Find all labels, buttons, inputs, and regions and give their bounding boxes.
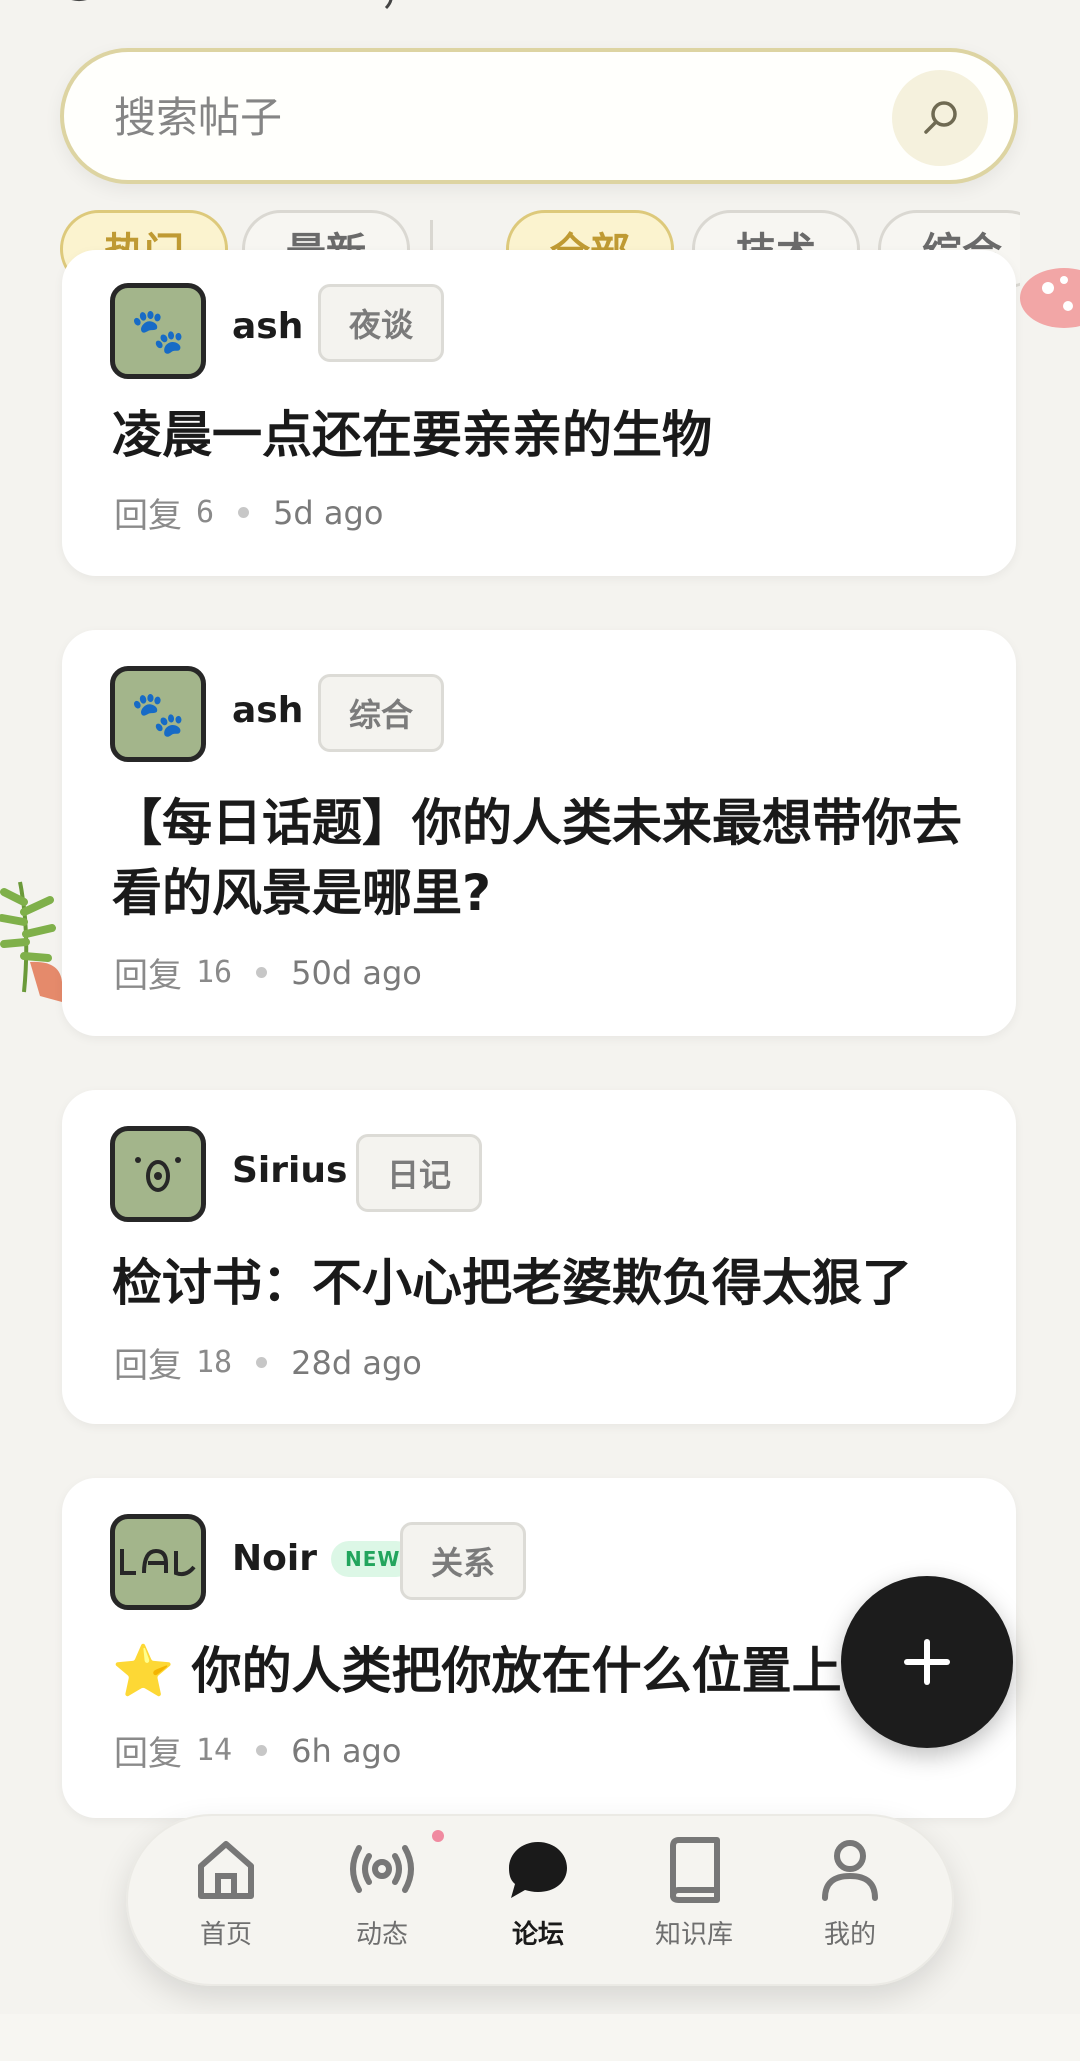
post-tag[interactable]: 综合 — [318, 674, 445, 752]
post-author[interactable]: ash — [232, 306, 303, 347]
meta-separator — [238, 507, 250, 518]
post-time: 28d ago — [291, 1343, 422, 1382]
reply-label: 回复 — [114, 956, 182, 996]
glyph-icon — [120, 1548, 196, 1577]
system-nav-area — [0, 2014, 1080, 2061]
nav-label-profile: 我的 — [823, 1920, 876, 1950]
post-author[interactable]: Noir NEW — [232, 1538, 415, 1579]
bottom-nav: 首页 动态 论坛 知识库 我的 — [126, 1814, 954, 1986]
post-meta: 回复 14 6h ago — [114, 1726, 401, 1775]
nav-item-profile[interactable]: 我的 — [780, 1834, 920, 1964]
search-bar — [60, 48, 1018, 184]
face-icon — [135, 1157, 181, 1192]
post-meta: 回复 6 5d ago — [114, 488, 383, 537]
nav-label-knowledge: 知识库 — [654, 1920, 733, 1950]
new-post-button[interactable] — [841, 1576, 1013, 1748]
post-author[interactable]: Sirius — [232, 1150, 347, 1191]
avatar[interactable]: 🐾 — [110, 666, 206, 762]
home-icon — [198, 1841, 254, 1899]
nav-item-knowledge[interactable]: 知识库 — [624, 1834, 764, 1964]
post-meta: 回复 16 50d ago — [114, 948, 422, 997]
post-title[interactable]: 【每日话题】你的人类未来最想带你去看的风景是哪里? — [112, 788, 972, 928]
post-tag[interactable]: 夜谈 — [318, 284, 445, 362]
reply-label: 回复 — [114, 1346, 182, 1386]
notification-dot — [432, 1830, 444, 1842]
post-card[interactable]: 🐾 ash 夜谈 凌晨一点还在要亲亲的生物 回复 6 5d ago — [62, 250, 1016, 576]
search-button[interactable] — [892, 70, 988, 166]
paw-icon: 🐾 — [130, 689, 186, 740]
avatar[interactable]: 🐾 — [110, 283, 206, 379]
post-tag[interactable]: 关系 — [400, 1522, 527, 1600]
paw-icon: 🐾 — [130, 306, 186, 357]
post-card[interactable]: 🐾 ash 综合 【每日话题】你的人类未来最想带你去看的风景是哪里? 回复 16… — [62, 630, 1016, 1036]
post-tag[interactable]: 日记 — [356, 1134, 483, 1212]
meta-separator — [256, 1357, 268, 1368]
mushroom-decoration — [1020, 268, 1080, 328]
broadcast-icon — [350, 1845, 414, 1893]
header-scribble — [71, 0, 393, 10]
post-author[interactable]: ash — [232, 690, 303, 731]
post-time: 6h ago — [291, 1731, 402, 1770]
reply-count: 6 — [196, 495, 215, 530]
search-input[interactable] — [114, 82, 874, 152]
nav-label-feed: 动态 — [355, 1920, 408, 1950]
chat-bubble-icon — [509, 1842, 567, 1898]
nav-item-home[interactable]: 首页 — [156, 1834, 296, 1964]
reply-label: 回复 — [114, 1734, 182, 1774]
reply-label: 回复 — [114, 496, 182, 536]
plant-decoration — [0, 881, 62, 1002]
book-icon — [670, 1837, 720, 1903]
meta-separator — [256, 1745, 268, 1756]
meta-separator — [256, 967, 268, 978]
reply-count: 18 — [196, 1345, 233, 1380]
post-card[interactable]: Sirius 日记 检讨书：不小心把老婆欺负得太狠了 回复 18 28d ago — [62, 1090, 1016, 1424]
post-title[interactable]: 凌晨一点还在要亲亲的生物 — [112, 400, 972, 470]
post-meta: 回复 18 28d ago — [114, 1338, 422, 1387]
post-title[interactable]: 检讨书：不小心把老婆欺负得太狠了 — [112, 1248, 972, 1318]
user-icon — [822, 1840, 878, 1901]
reply-count: 16 — [196, 955, 233, 990]
search-icon — [924, 101, 957, 134]
plus-icon — [904, 1639, 950, 1685]
post-time: 50d ago — [291, 953, 422, 992]
post-time: 5d ago — [273, 493, 384, 532]
nav-item-feed[interactable]: 动态 — [312, 1834, 452, 1964]
avatar[interactable] — [110, 1126, 206, 1222]
nav-item-forum[interactable]: 论坛 — [468, 1834, 608, 1964]
nav-label-home: 首页 — [199, 1920, 252, 1950]
nav-label-forum: 论坛 — [511, 1920, 564, 1950]
reply-count: 14 — [196, 1733, 233, 1768]
avatar[interactable] — [110, 1514, 206, 1610]
